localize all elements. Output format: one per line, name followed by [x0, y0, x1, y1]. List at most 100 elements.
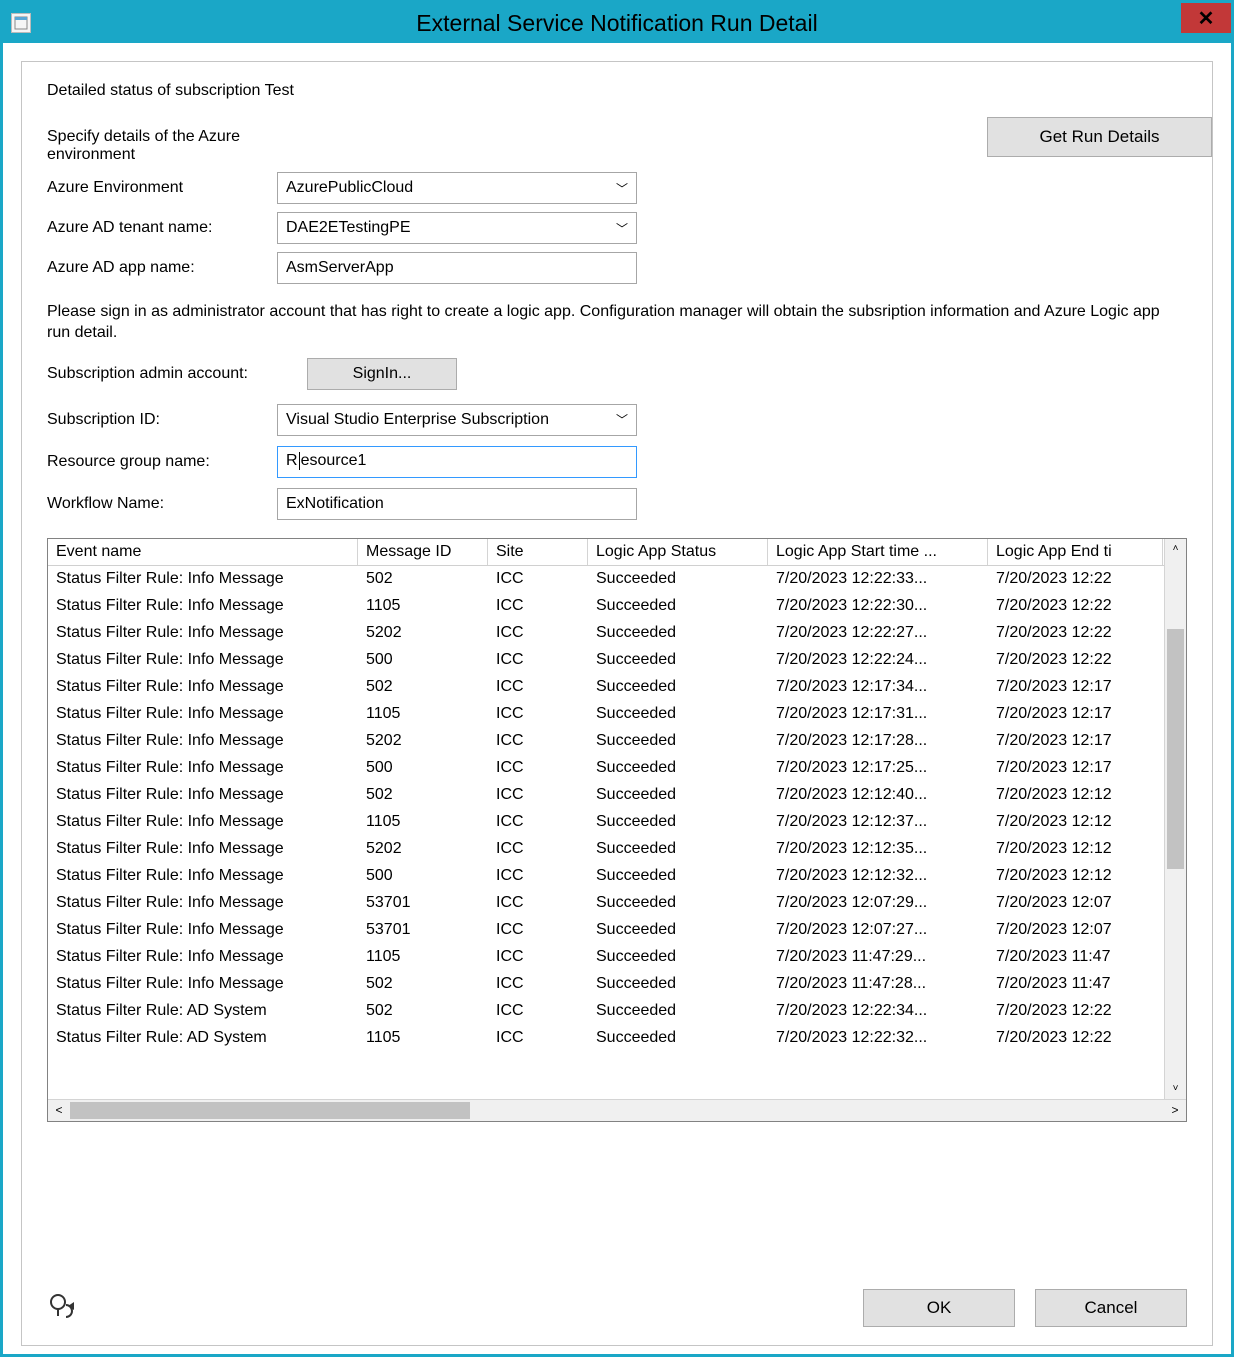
cell: 7/20/2023 12:12:40...	[768, 786, 988, 804]
cell: Succeeded	[588, 867, 768, 885]
grid-body[interactable]: Status Filter Rule: Info Message502ICCSu…	[48, 566, 1164, 1099]
close-button[interactable]: ✕	[1181, 3, 1231, 33]
table-row[interactable]: Status Filter Rule: Info Message53701ICC…	[48, 890, 1164, 917]
cell: ICC	[488, 813, 588, 831]
status-heading: Detailed status of subscription Test	[47, 82, 1187, 100]
vertical-scrollbar[interactable]: ˄ ˅	[1164, 539, 1186, 1099]
scroll-left-icon[interactable]: <	[48, 1099, 70, 1121]
scroll-track[interactable]	[70, 1100, 1164, 1121]
col-message-id[interactable]: Message ID	[358, 539, 488, 565]
resource-group-label: Resource group name:	[47, 453, 277, 471]
admin-account-label: Subscription admin account:	[47, 365, 307, 383]
cell: ICC	[488, 786, 588, 804]
scroll-right-icon[interactable]: >	[1164, 1099, 1186, 1121]
cell: ICC	[488, 651, 588, 669]
scroll-thumb[interactable]	[70, 1102, 470, 1119]
cell: ICC	[488, 705, 588, 723]
horizontal-scrollbar[interactable]: < >	[48, 1099, 1186, 1121]
cell: Status Filter Rule: Info Message	[48, 732, 358, 750]
cell: Status Filter Rule: Info Message	[48, 651, 358, 669]
cell: Succeeded	[588, 1029, 768, 1047]
cell: 502	[358, 786, 488, 804]
col-status[interactable]: Logic App Status	[588, 539, 768, 565]
table-row[interactable]: Status Filter Rule: Info Message53701ICC…	[48, 917, 1164, 944]
app-name-field[interactable]: AsmServerApp	[277, 252, 637, 284]
scroll-thumb[interactable]	[1167, 629, 1184, 869]
dialog-footer: OK Cancel	[47, 1289, 1187, 1327]
table-row[interactable]: Status Filter Rule: Info Message1105ICCS…	[48, 809, 1164, 836]
tenant-dropdown[interactable]: DAE2ETestingPE ﹀	[277, 212, 637, 244]
cell: 7/20/2023 11:47:29...	[768, 948, 988, 966]
app-name-value: AsmServerApp	[286, 259, 394, 277]
col-start-time[interactable]: Logic App Start time ...	[768, 539, 988, 565]
titlebar[interactable]: External Service Notification Run Detail…	[3, 3, 1231, 43]
table-row[interactable]: Status Filter Rule: Info Message5202ICCS…	[48, 620, 1164, 647]
workflow-name-label: Workflow Name:	[47, 495, 277, 513]
text-caret	[299, 452, 300, 470]
table-row[interactable]: Status Filter Rule: AD System1105ICCSucc…	[48, 1025, 1164, 1052]
cell: 7/20/2023 11:47:28...	[768, 975, 988, 993]
signin-button[interactable]: SignIn...	[307, 358, 457, 390]
cell: Status Filter Rule: Info Message	[48, 570, 358, 588]
cell: 7/20/2023 12:22	[988, 597, 1163, 615]
table-row[interactable]: Status Filter Rule: Info Message502ICCSu…	[48, 971, 1164, 998]
table-row[interactable]: Status Filter Rule: Info Message1105ICCS…	[48, 593, 1164, 620]
cell: ICC	[488, 840, 588, 858]
cell: 7/20/2023 12:07	[988, 894, 1163, 912]
scroll-up-icon[interactable]: ˄	[1165, 539, 1186, 559]
table-row[interactable]: Status Filter Rule: Info Message1105ICCS…	[48, 701, 1164, 728]
table-row[interactable]: Status Filter Rule: Info Message500ICCSu…	[48, 647, 1164, 674]
dialog-content: Detailed status of subscription Test Spe…	[21, 61, 1213, 1346]
cell: 1105	[358, 597, 488, 615]
subscription-id-dropdown[interactable]: Visual Studio Enterprise Subscription ﹀	[277, 404, 637, 436]
cell: ICC	[488, 597, 588, 615]
azure-env-label: Azure Environment	[47, 179, 277, 197]
col-site[interactable]: Site	[488, 539, 588, 565]
cell: 7/20/2023 12:22:30...	[768, 597, 988, 615]
workflow-name-field[interactable]: ExNotification	[277, 488, 637, 520]
cell: 7/20/2023 12:07:27...	[768, 921, 988, 939]
cell: Status Filter Rule: Info Message	[48, 867, 358, 885]
cell: Status Filter Rule: AD System	[48, 1029, 358, 1047]
table-row[interactable]: Status Filter Rule: Info Message5202ICCS…	[48, 728, 1164, 755]
cancel-button[interactable]: Cancel	[1035, 1289, 1187, 1327]
table-row[interactable]: Status Filter Rule: Info Message5202ICCS…	[48, 836, 1164, 863]
cell: ICC	[488, 948, 588, 966]
cell: 7/20/2023 12:22:34...	[768, 1002, 988, 1020]
table-row[interactable]: Status Filter Rule: Info Message502ICCSu…	[48, 566, 1164, 593]
cell: Status Filter Rule: Info Message	[48, 786, 358, 804]
col-end-time[interactable]: Logic App End ti	[988, 539, 1163, 565]
get-run-details-button[interactable]: Get Run Details	[987, 117, 1212, 157]
cell: 1105	[358, 948, 488, 966]
table-row[interactable]: Status Filter Rule: Info Message500ICCSu…	[48, 863, 1164, 890]
cell: 7/20/2023 12:22	[988, 570, 1163, 588]
table-row[interactable]: Status Filter Rule: Info Message1105ICCS…	[48, 944, 1164, 971]
signin-instruction: Please sign in as administrator account …	[47, 302, 1177, 344]
cell: Succeeded	[588, 678, 768, 696]
cell: Status Filter Rule: Info Message	[48, 678, 358, 696]
workflow-name-value: ExNotification	[286, 495, 384, 513]
col-event-name[interactable]: Event name	[48, 539, 358, 565]
cell: 7/20/2023 12:22:33...	[768, 570, 988, 588]
cell: Status Filter Rule: Info Message	[48, 840, 358, 858]
ok-button[interactable]: OK	[863, 1289, 1015, 1327]
cell: Succeeded	[588, 651, 768, 669]
help-icon[interactable]	[47, 1290, 79, 1326]
scroll-down-icon[interactable]: ˅	[1165, 1079, 1186, 1099]
cell: Status Filter Rule: Info Message	[48, 624, 358, 642]
cell: Succeeded	[588, 786, 768, 804]
cell: 502	[358, 570, 488, 588]
cell: Succeeded	[588, 840, 768, 858]
table-row[interactable]: Status Filter Rule: Info Message500ICCSu…	[48, 755, 1164, 782]
cell: 1105	[358, 813, 488, 831]
cell: Succeeded	[588, 732, 768, 750]
cell: 7/20/2023 12:12	[988, 786, 1163, 804]
azure-env-dropdown[interactable]: AzurePublicCloud ﹀	[277, 172, 637, 204]
table-row[interactable]: Status Filter Rule: Info Message502ICCSu…	[48, 782, 1164, 809]
table-row[interactable]: Status Filter Rule: Info Message502ICCSu…	[48, 674, 1164, 701]
chevron-down-icon: ﹀	[616, 220, 628, 237]
cell: 7/20/2023 12:12	[988, 867, 1163, 885]
table-row[interactable]: Status Filter Rule: AD System502ICCSucce…	[48, 998, 1164, 1025]
cell: 7/20/2023 12:22	[988, 1002, 1163, 1020]
resource-group-field[interactable]: Resource1	[277, 446, 637, 478]
